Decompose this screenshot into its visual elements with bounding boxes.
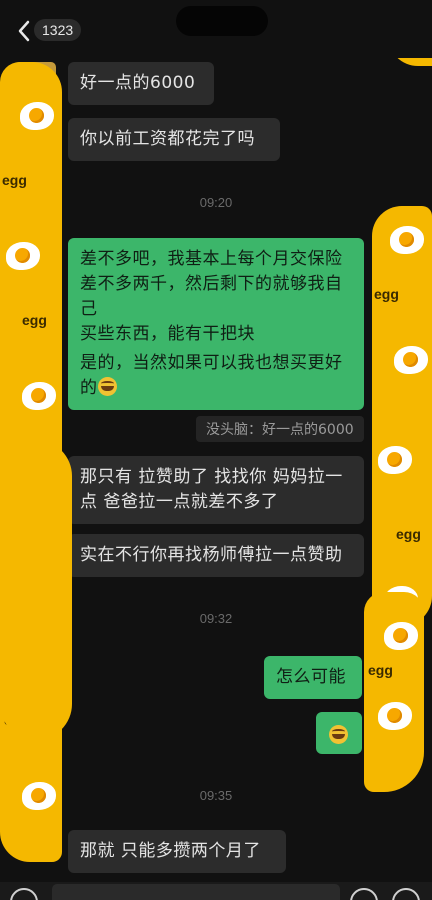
unread-count-badge[interactable]: 1323 bbox=[34, 19, 82, 41]
message-text: 差不多吧，我基本上每个月交保险 bbox=[80, 249, 343, 269]
message-text: 那只有 拉赞助了 找找你 妈妈拉一 bbox=[80, 467, 343, 487]
outgoing-message[interactable]: 怎么可能 bbox=[264, 656, 362, 699]
message-text: 差不多两千，然后剩下的就够我自己 bbox=[80, 274, 343, 319]
timestamp: 09:35 bbox=[199, 788, 233, 803]
quoted-reply[interactable]: 没头脑：好一点的6000 bbox=[196, 416, 364, 442]
chat-header: 1323 bbox=[0, 0, 432, 58]
camera-notch bbox=[176, 6, 268, 36]
laughing-emoji-icon bbox=[329, 725, 348, 744]
message-text: 怎么可能 bbox=[276, 667, 346, 687]
message-text: 你以前工资都花完了吗 bbox=[80, 129, 255, 149]
incoming-message[interactable]: 你以前工资都花完了吗 bbox=[68, 118, 280, 161]
back-icon[interactable] bbox=[14, 18, 36, 44]
privacy-scribble-left-extra bbox=[0, 440, 72, 740]
outgoing-emoji-message[interactable] bbox=[316, 712, 362, 754]
message-text: 好一点的6000 bbox=[80, 73, 196, 93]
incoming-message[interactable]: 好一点的6000 bbox=[68, 62, 214, 105]
incoming-message[interactable]: 那就 只能多攒两个月了 bbox=[68, 830, 286, 873]
message-text: 实在不行你再找杨师傅拉一点赞助 bbox=[80, 545, 343, 565]
incoming-message[interactable]: 那只有 拉赞助了 找找你 妈妈拉一 点 爸爸拉一点就差不多了 bbox=[68, 456, 364, 524]
message-text: 那就 只能多攒两个月了 bbox=[80, 841, 261, 861]
timestamp: 09:20 bbox=[199, 195, 233, 210]
laughing-emoji-icon bbox=[97, 377, 117, 396]
message-text: 是的，当然如果可以我也想买更好 bbox=[80, 353, 343, 373]
message-input[interactable] bbox=[52, 884, 340, 900]
outgoing-message[interactable]: 差不多吧，我基本上每个月交保险 差不多两千，然后剩下的就够我自己 买些东西，能有… bbox=[68, 238, 364, 356]
privacy-scribble-right: egg egg bbox=[372, 206, 432, 626]
outgoing-message[interactable]: 是的，当然如果可以我也想买更好 的 bbox=[68, 342, 364, 410]
message-text: 点 爸爸拉一点就差不多了 bbox=[80, 492, 279, 512]
incoming-message[interactable]: 实在不行你再找杨师傅拉一点赞助 bbox=[68, 534, 364, 577]
message-text: 的 bbox=[80, 378, 98, 398]
privacy-scribble-lower-right: egg bbox=[364, 592, 424, 792]
